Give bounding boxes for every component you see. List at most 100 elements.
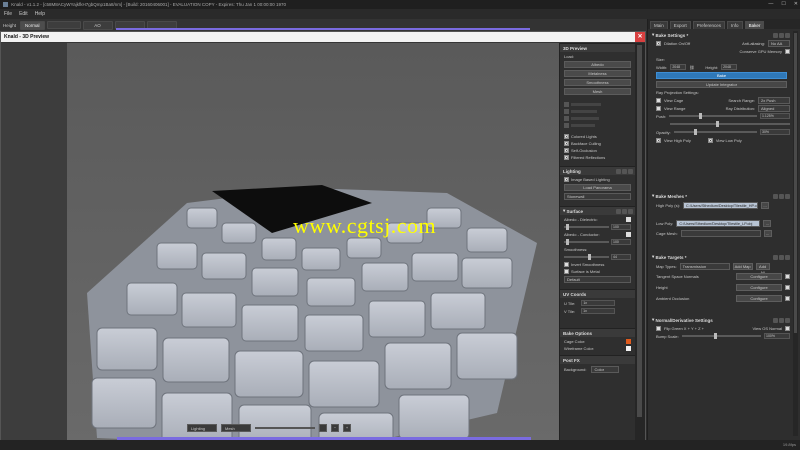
tab-ao[interactable]: AO: [82, 20, 113, 30]
load-smoothness-button[interactable]: Smoothness: [564, 79, 631, 86]
update-integrator-button[interactable]: Update Integrator: [656, 81, 787, 88]
zoom-reset-button[interactable]: [319, 423, 327, 432]
tab-export[interactable]: Export: [669, 21, 691, 29]
display-select[interactable]: Mesh: [221, 423, 251, 432]
flip-green-checkbox[interactable]: [656, 325, 661, 331]
option-self-occlusion[interactable]: Self-Occlusion: [564, 148, 631, 153]
view-high-poly-checkbox[interactable]: [656, 137, 661, 143]
section-lighting[interactable]: Lighting: [560, 166, 635, 175]
scroll-thumb[interactable]: [637, 45, 642, 417]
tab-normal[interactable]: Normal: [20, 20, 45, 30]
zoom-slider[interactable]: [255, 426, 315, 429]
configure-normals-button[interactable]: Configure: [736, 273, 782, 280]
backface-culling-checkbox[interactable]: [564, 141, 569, 146]
push-fine-slider[interactable]: [670, 121, 790, 127]
option-surface-metal[interactable]: Surface is Metal: [564, 269, 631, 274]
filtered-reflections-checkbox[interactable]: [564, 155, 569, 160]
load-panorama-button[interactable]: Load Panorama: [564, 184, 631, 191]
menu-edit[interactable]: Edit: [19, 11, 28, 17]
smoothness-value[interactable]: 44: [611, 254, 631, 260]
view-cage-checkbox[interactable]: [656, 97, 661, 103]
link-icon[interactable]: ⛓: [689, 65, 694, 70]
bake-targets-header[interactable]: ▾ Bake Targets *: [650, 253, 790, 261]
section-uv-coords[interactable]: UV Coords: [560, 289, 635, 298]
section-post-fx[interactable]: Post FX: [560, 355, 635, 364]
section-surface[interactable]: ▾ Surface: [560, 206, 635, 215]
3d-viewport[interactable]: www.cgtsj.com: [67, 43, 559, 449]
view-range-checkbox[interactable]: [656, 105, 661, 111]
scroll-thumb[interactable]: [794, 33, 797, 333]
option-backface-culling[interactable]: Backface Culling: [564, 141, 631, 146]
section-3d-preview[interactable]: 3D Preview: [560, 43, 635, 52]
dilation-checkbox[interactable]: [656, 40, 661, 46]
color-swatch[interactable]: [626, 232, 631, 237]
cage-color-swatch[interactable]: [626, 339, 631, 344]
minimize-button[interactable]: —: [768, 0, 773, 9]
bake-button[interactable]: Bake: [656, 72, 787, 79]
albedo-conductor-value[interactable]: 100: [611, 239, 631, 245]
bake-meshes-header[interactable]: ▾ Bake Meshes *: [650, 192, 790, 200]
surface-metal-checkbox[interactable]: [564, 269, 569, 274]
view-os-normal-checkbox[interactable]: [785, 325, 790, 331]
remove-target-icon[interactable]: [785, 296, 790, 301]
tab-main[interactable]: Main: [650, 21, 668, 29]
opacity-slider[interactable]: [673, 129, 757, 135]
bump-scale-value[interactable]: 100%: [764, 333, 790, 339]
option-invert-smoothness[interactable]: Invert Smoothness: [564, 262, 631, 267]
width-input[interactable]: 2048: [670, 64, 687, 70]
tab-baker[interactable]: Baker: [744, 21, 765, 29]
right-panel-scrollbar[interactable]: [793, 31, 798, 436]
lighting-preset-select[interactable]: Stonewall: [564, 193, 631, 200]
menu-file[interactable]: File: [4, 11, 12, 17]
push-slider[interactable]: [669, 113, 757, 119]
push-value[interactable]: 1.125%: [760, 113, 790, 119]
view-low-poly-checkbox[interactable]: [707, 137, 713, 143]
low-poly-browse-button[interactable]: ...: [763, 219, 772, 227]
menu-help[interactable]: Help: [35, 11, 45, 17]
self-occlusion-checkbox[interactable]: [564, 148, 569, 153]
section-bake-options[interactable]: Bake Options: [560, 328, 635, 337]
colored-lights-checkbox[interactable]: [564, 134, 569, 139]
map-types-select[interactable]: Transmission: [679, 262, 730, 270]
option-ibl[interactable]: Image Based Lighting: [564, 177, 631, 182]
cage-mesh-browse-button[interactable]: ...: [763, 229, 772, 237]
add-map-button[interactable]: Add Map: [732, 262, 753, 270]
tab-info[interactable]: Info: [727, 21, 743, 29]
close-window-button[interactable]: ✕: [794, 0, 798, 9]
search-range-select[interactable]: 2x Push: [758, 96, 790, 104]
remove-target-icon[interactable]: [785, 285, 790, 290]
high-poly-browse-button[interactable]: ...: [761, 201, 770, 209]
surface-mode-select[interactable]: Default: [564, 276, 631, 283]
smoothness-slider[interactable]: [564, 254, 609, 260]
tab-preferences[interactable]: Preferences: [692, 21, 726, 29]
configure-ao-button[interactable]: Configure: [736, 295, 782, 302]
zoom-out-button[interactable]: −: [331, 423, 339, 432]
option-colored-lights[interactable]: Colored Lights: [564, 134, 631, 139]
remove-target-icon[interactable]: [785, 274, 790, 279]
albedo-dielectric-value[interactable]: 100: [611, 224, 631, 230]
render-mode-select[interactable]: Lighting: [187, 423, 217, 432]
ibl-checkbox[interactable]: [564, 177, 569, 182]
conserve-gpu-checkbox[interactable]: [785, 48, 790, 54]
wireframe-color-swatch[interactable]: [626, 346, 631, 351]
invert-smoothness-checkbox[interactable]: [564, 262, 569, 267]
add-all-button[interactable]: Add All: [755, 262, 770, 275]
load-metalness-button[interactable]: Metalness: [564, 70, 631, 77]
tab-map-2[interactable]: [46, 21, 81, 29]
load-mesh-button[interactable]: Mesh: [564, 88, 631, 95]
preview-close-button[interactable]: ✕: [635, 32, 645, 42]
normal-settings-header[interactable]: ▾ Normal/Derivative Settings: [650, 316, 790, 324]
ray-distribution-select[interactable]: Aligned: [758, 104, 790, 112]
background-select[interactable]: Color: [591, 366, 620, 373]
maximize-button[interactable]: ☐: [781, 0, 785, 9]
v-tile-input[interactable]: 1x: [581, 308, 616, 314]
opacity-value[interactable]: 30%: [760, 129, 790, 135]
preview-sidebar-scrollbar[interactable]: [635, 43, 645, 441]
anti-aliasing-select[interactable]: No AA: [768, 39, 790, 47]
bake-settings-header[interactable]: ▾ Bake Settings *: [650, 31, 790, 39]
height-input[interactable]: 2048: [721, 64, 738, 70]
u-tile-input[interactable]: 1x: [581, 300, 616, 306]
albedo-dielectric-slider[interactable]: [564, 224, 609, 230]
low-poly-path[interactable]: C:/Users/Sthedium/Desktop/Tilestile_LP.o…: [676, 219, 761, 227]
cage-mesh-path[interactable]: [680, 229, 761, 237]
